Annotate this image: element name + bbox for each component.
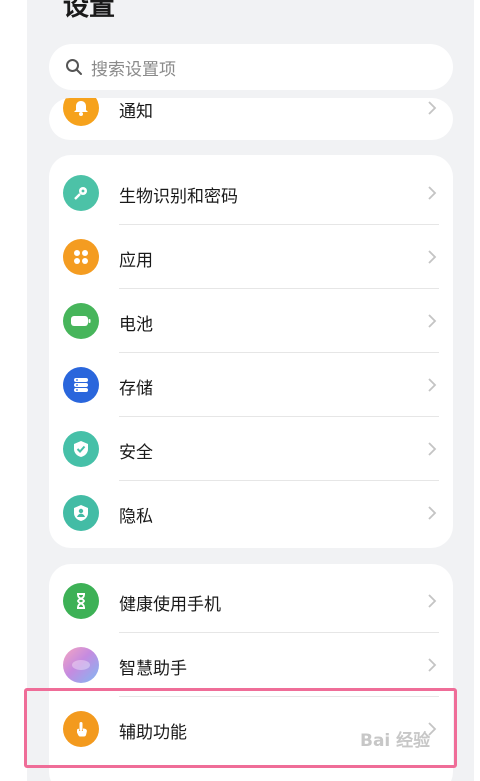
settings-screen: 设置 搜索设置项 通知 生物识别和密码 应用 电池 存储 安全 隐私 健康使用手… [27, 0, 474, 781]
settings-item-label: 隐私 [119, 507, 153, 527]
watermark: Bai 经验 [360, 731, 431, 751]
key-icon [63, 175, 99, 211]
search-placeholder: 搜索设置项 [91, 59, 176, 80]
apps-icon [63, 239, 99, 275]
hourglass-icon [63, 583, 99, 619]
chevron-right-icon [428, 442, 437, 456]
settings-item-label: 存储 [119, 379, 153, 399]
notification-card: 通知 [49, 98, 453, 140]
chevron-right-icon [428, 101, 437, 115]
bell-icon [63, 98, 99, 126]
battery-icon [63, 303, 99, 339]
settings-item-label: 生物识别和密码 [119, 187, 238, 207]
settings-item-label: 电池 [119, 315, 153, 335]
settings-item-label: 健康使用手机 [119, 595, 221, 615]
chevron-right-icon [428, 250, 437, 264]
chevron-right-icon [428, 314, 437, 328]
assistant-icon [63, 647, 99, 683]
chevron-right-icon [428, 594, 437, 608]
chevron-right-icon [428, 378, 437, 392]
settings-item-label: 应用 [119, 251, 153, 271]
settings-item-storage[interactable]: 存储 [49, 353, 453, 417]
search-bar[interactable]: 搜索设置项 [49, 44, 453, 90]
settings-item-apps[interactable]: 应用 [49, 225, 453, 289]
settings-item-label: 智慧助手 [119, 659, 187, 679]
shield-icon [63, 431, 99, 467]
settings-item-privacy[interactable]: 隐私 [49, 481, 453, 545]
settings-item-label: 通知 [119, 102, 153, 122]
chevron-right-icon [428, 506, 437, 520]
settings-item-digital-balance[interactable]: 健康使用手机 [49, 569, 453, 633]
settings-item-battery[interactable]: 电池 [49, 289, 453, 353]
settings-item-label: 安全 [119, 443, 153, 463]
chevron-right-icon [428, 186, 437, 200]
settings-item-biometrics[interactable]: 生物识别和密码 [49, 161, 453, 225]
settings-item-security[interactable]: 安全 [49, 417, 453, 481]
privacy-icon [63, 495, 99, 531]
search-icon [66, 59, 82, 75]
settings-item-notification[interactable]: 通知 [49, 98, 453, 140]
page-title: 设置 [63, 0, 116, 22]
security-settings-card: 生物识别和密码 应用 电池 存储 安全 隐私 [49, 155, 453, 548]
storage-icon [63, 367, 99, 403]
chevron-right-icon [428, 658, 437, 672]
